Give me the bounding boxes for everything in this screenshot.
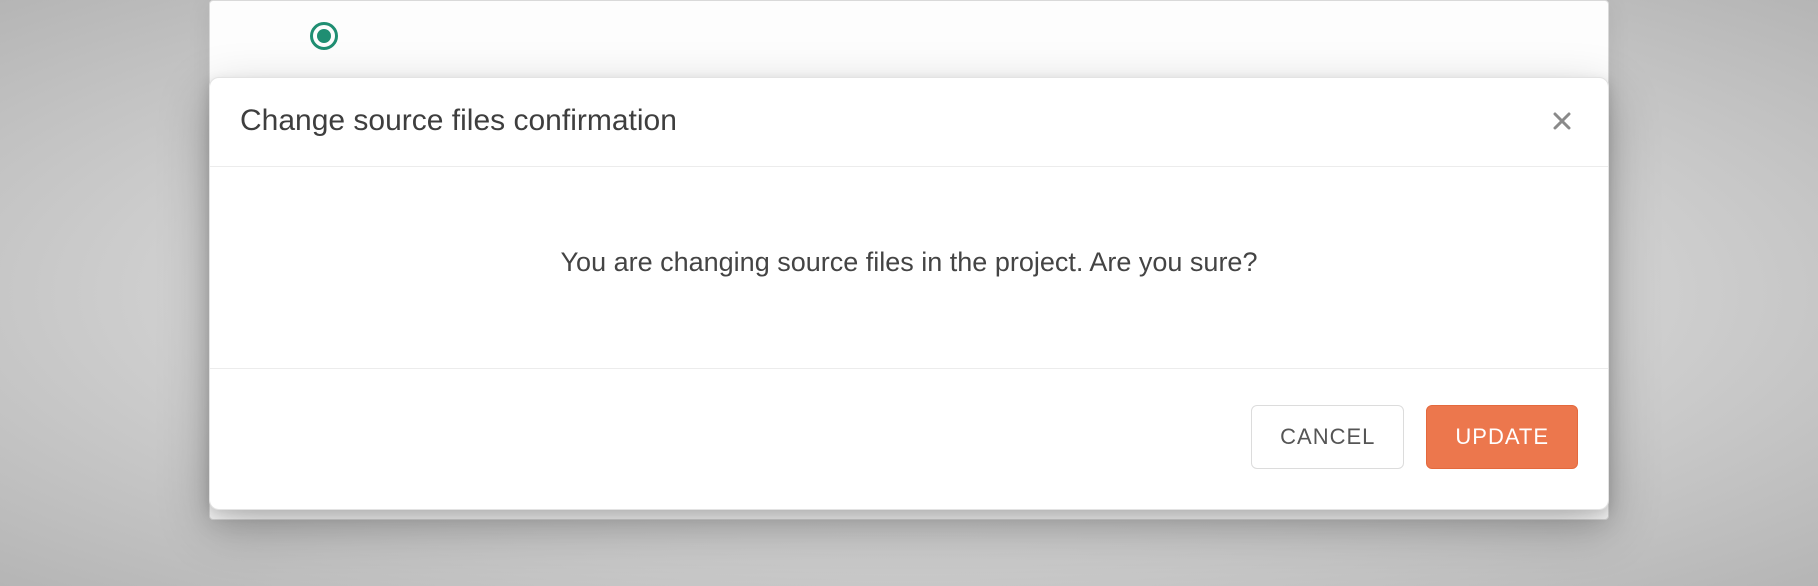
- radio-selected-icon: [310, 22, 338, 50]
- close-icon: [1550, 109, 1574, 133]
- dialog-header: Change source files confirmation: [210, 78, 1608, 167]
- update-button[interactable]: UPDATE: [1426, 405, 1578, 469]
- background-radio-row: [250, 11, 1568, 61]
- cancel-button[interactable]: CANCEL: [1251, 405, 1404, 469]
- dialog-footer: CANCEL UPDATE: [210, 369, 1608, 509]
- confirmation-dialog: Change source files confirmation You are…: [209, 77, 1609, 510]
- close-button[interactable]: [1546, 105, 1578, 137]
- dialog-message: You are changing source files in the pro…: [250, 247, 1568, 278]
- dialog-body: You are changing source files in the pro…: [210, 167, 1608, 369]
- dialog-title: Change source files confirmation: [240, 104, 677, 138]
